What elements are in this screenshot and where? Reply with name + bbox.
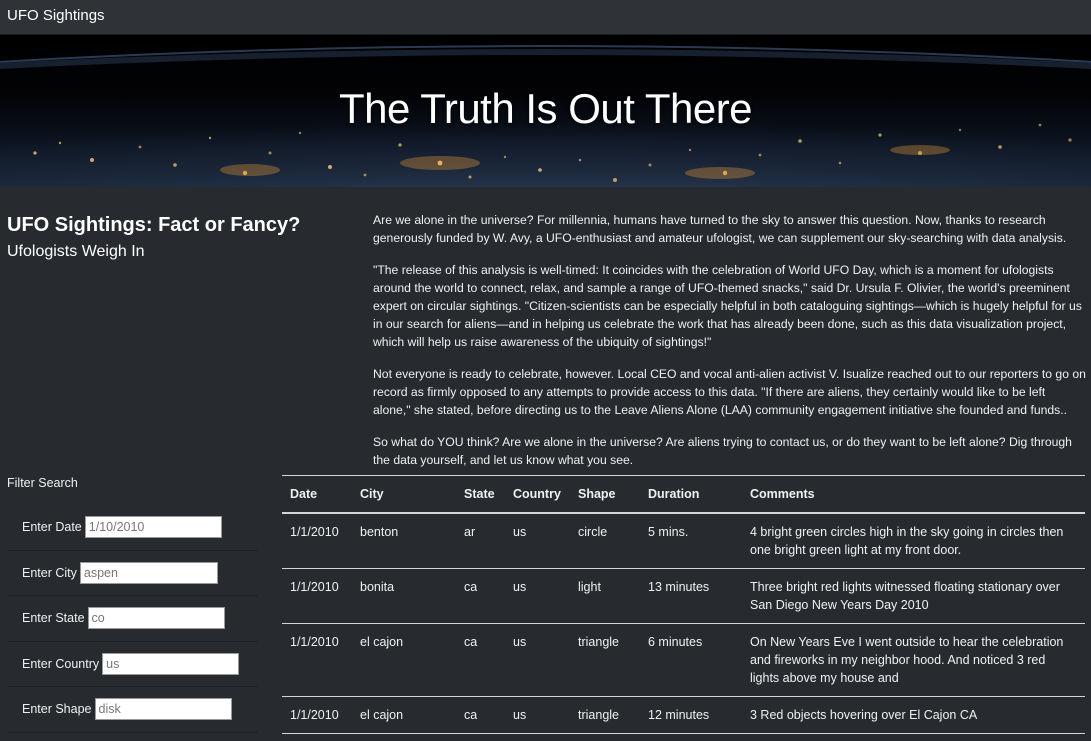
column-header-country: Country <box>513 486 561 501</box>
filter-date-label: Enter Date <box>22 520 82 535</box>
filter-state: Enter State <box>7 596 258 642</box>
ufo-table: Date City State Country Shape Duration C… <box>282 475 1085 734</box>
navbar: UFO Sightings <box>0 0 1091 35</box>
article-paragraph: Not everyone is ready to celebrate, howe… <box>373 367 1086 417</box>
filter-form: Enter Date Enter City Enter State Enter … <box>7 505 258 733</box>
cell-duration: 12 minutes <box>640 696 742 734</box>
table-row: 1/1/2010 bonita ca us light 13 minutes T… <box>282 568 1085 624</box>
hero-banner: The Truth Is Out There <box>0 35 1091 187</box>
filter-city-label: Enter City <box>22 565 77 580</box>
cell-date: 1/1/2010 <box>282 623 352 697</box>
cell-date: 1/1/2010 <box>282 568 352 624</box>
article-paragraph: "The release of this analysis is well-ti… <box>373 263 1082 349</box>
cell-city: benton <box>352 512 456 569</box>
cell-date: 1/1/2010 <box>282 512 352 569</box>
column-header-duration: Duration <box>648 486 700 501</box>
intro-title-block: UFO Sightings: Fact or Fancy? Ufologists… <box>7 212 347 262</box>
country-input[interactable] <box>102 652 240 675</box>
page-subtitle: Ufologists Weigh In <box>7 243 145 260</box>
cell-state: ca <box>456 696 505 734</box>
cell-country: us <box>505 696 570 734</box>
cell-comments: 3 Red objects hovering over El Cajon CA <box>742 696 1085 734</box>
cell-shape: light <box>570 568 640 624</box>
table-row: 1/1/2010 el cajon ca us triangle 6 minut… <box>282 623 1085 697</box>
table-row: 1/1/2010 el cajon ca us triangle 12 minu… <box>282 696 1085 734</box>
filter-search-heading: Filter Search <box>7 476 78 490</box>
cell-country: us <box>505 512 570 569</box>
column-header-date: Date <box>290 486 318 501</box>
filter-shape: Enter Shape <box>7 687 258 733</box>
cell-state: ca <box>456 568 505 624</box>
cell-duration: 13 minutes <box>640 568 742 624</box>
cell-city: bonita <box>352 568 456 624</box>
filter-date: Enter Date <box>7 505 258 551</box>
article-paragraph: Are we alone in the universe? For millen… <box>373 213 1067 245</box>
cell-comments: Three bright red lights witnessed floati… <box>742 568 1085 624</box>
ufo-table-container: Date City State Country Shape Duration C… <box>282 475 1085 734</box>
hero-heading: The Truth Is Out There <box>338 85 753 132</box>
column-header-comments: Comments <box>750 486 815 501</box>
page-title: UFO Sightings: Fact or Fancy? <box>7 214 301 236</box>
shape-input[interactable] <box>94 698 232 721</box>
cell-country: us <box>505 623 570 697</box>
cell-date: 1/1/2010 <box>282 696 352 734</box>
column-header-city: City <box>360 486 384 501</box>
cell-shape: circle <box>570 512 640 569</box>
filter-city: Enter City <box>7 551 258 596</box>
column-header-shape: Shape <box>578 486 616 501</box>
cell-duration: 5 mins. <box>640 512 742 569</box>
cell-city: el cajon <box>352 696 456 734</box>
cell-shape: triangle <box>570 623 640 697</box>
cell-country: us <box>505 568 570 624</box>
cell-state: ar <box>456 512 505 569</box>
date-input[interactable] <box>84 516 222 539</box>
filter-shape-label: Enter Shape <box>22 702 92 717</box>
cell-city: el cajon <box>352 623 456 697</box>
cell-comments: 4 bright green circles high in the sky g… <box>742 512 1085 569</box>
filter-state-label: Enter State <box>22 611 85 626</box>
article-body: Are we alone in the universe? For millen… <box>373 211 1086 483</box>
cell-duration: 6 minutes <box>640 623 742 697</box>
table-row: 1/1/2010 benton ar us circle 5 mins. 4 b… <box>282 512 1085 569</box>
cell-shape: triangle <box>570 696 640 734</box>
cell-state: ca <box>456 623 505 697</box>
filter-country: Enter Country <box>7 642 258 687</box>
city-input[interactable] <box>79 561 218 584</box>
article-paragraph: So what do YOU think? Are we alone in th… <box>373 435 1072 467</box>
table-header-row: Date City State Country Shape Duration C… <box>282 475 1085 513</box>
navbar-brand-link[interactable]: UFO Sightings <box>7 7 105 24</box>
column-header-state: State <box>464 486 495 501</box>
cell-comments: On New Years Eve I went outside to hear … <box>742 623 1085 697</box>
state-input[interactable] <box>87 607 225 630</box>
filter-country-label: Enter Country <box>22 656 100 671</box>
